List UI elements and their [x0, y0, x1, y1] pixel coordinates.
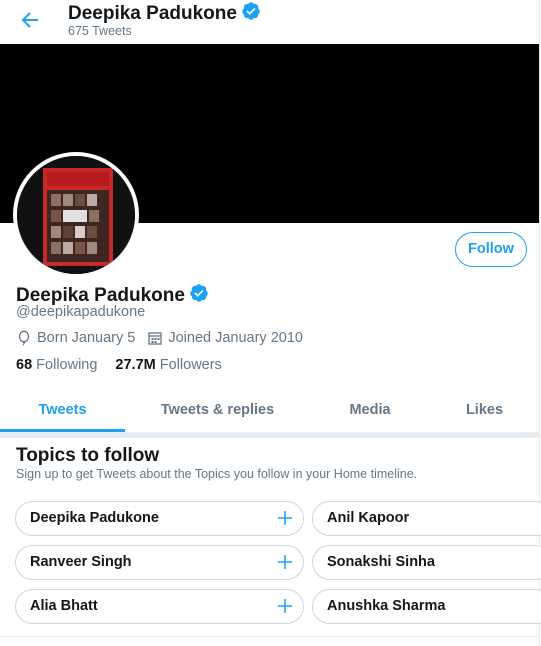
plus-icon[interactable] — [277, 554, 293, 570]
profile-meta: Born January 5 Joined January 2010 — [16, 330, 315, 346]
profile-handle: @deepikapadukone — [16, 304, 146, 320]
following-link[interactable]: 68 Following — [16, 357, 97, 373]
topics-subtitle: Sign up to get Tweets about the Topics y… — [16, 467, 418, 481]
tab-tweets-replies[interactable]: Tweets & replies — [125, 388, 310, 432]
born-item: Born January 5 — [16, 330, 135, 346]
followers-label: Followers — [159, 357, 222, 373]
avatar[interactable] — [17, 156, 135, 274]
topic-pill[interactable]: Sonakshi Sinha — [312, 545, 541, 580]
following-label: Following — [36, 357, 98, 373]
joined-text: Joined January 2010 — [168, 330, 303, 346]
topic-pill[interactable]: Anushka Sharma — [312, 589, 541, 624]
tab-tweets[interactable]: Tweets — [0, 388, 125, 432]
topic-label: Anushka Sharma — [327, 598, 446, 614]
balloon-icon — [18, 330, 30, 346]
topic-pill[interactable]: Alia Bhatt — [15, 589, 304, 624]
profile-column: Deepika Padukone 675 Tweets Follow Deepi… — [0, 0, 541, 646]
followers-link[interactable]: 27.7M Followers — [115, 357, 221, 373]
section-divider — [0, 432, 539, 438]
follow-counts: 68 Following 27.7M Followers — [16, 357, 240, 373]
topics-title: Topics to follow — [16, 445, 160, 466]
born-text: Born January 5 — [37, 330, 136, 346]
topic-label: Deepika Padukone — [30, 510, 159, 526]
calendar-icon — [148, 332, 162, 345]
followers-count: 27.7M — [115, 357, 156, 373]
topic-label: Sonakshi Sinha — [327, 554, 435, 570]
tweet-count: 675 Tweets — [68, 24, 132, 38]
back-arrow-icon[interactable] — [18, 8, 42, 32]
bottom-divider — [0, 636, 539, 637]
topic-pill[interactable]: Ranveer Singh — [15, 545, 304, 580]
follow-button[interactable]: Follow — [455, 232, 527, 267]
plus-icon[interactable] — [277, 598, 293, 614]
topic-label: Ranveer Singh — [30, 554, 132, 570]
topic-label: Alia Bhatt — [30, 598, 98, 614]
avatar-ring — [13, 152, 139, 278]
verified-badge-icon — [241, 1, 261, 27]
joined-item: Joined January 2010 — [147, 330, 303, 346]
plus-icon[interactable] — [277, 510, 293, 526]
topic-pill[interactable]: Deepika Padukone — [15, 501, 304, 536]
magazine-cover-image — [17, 156, 135, 274]
header-name: Deepika Padukone — [68, 3, 237, 24]
top-bar: Deepika Padukone 675 Tweets — [0, 0, 539, 44]
topic-label: Anil Kapoor — [327, 510, 410, 526]
verified-badge-icon — [189, 283, 209, 309]
tab-likes[interactable]: Likes — [430, 388, 539, 432]
tab-media[interactable]: Media — [310, 388, 430, 432]
following-count: 68 — [16, 357, 33, 373]
topic-pill[interactable]: Anil Kapoor — [312, 501, 541, 536]
profile-tabs: Tweets Tweets & replies Media Likes — [0, 388, 539, 433]
